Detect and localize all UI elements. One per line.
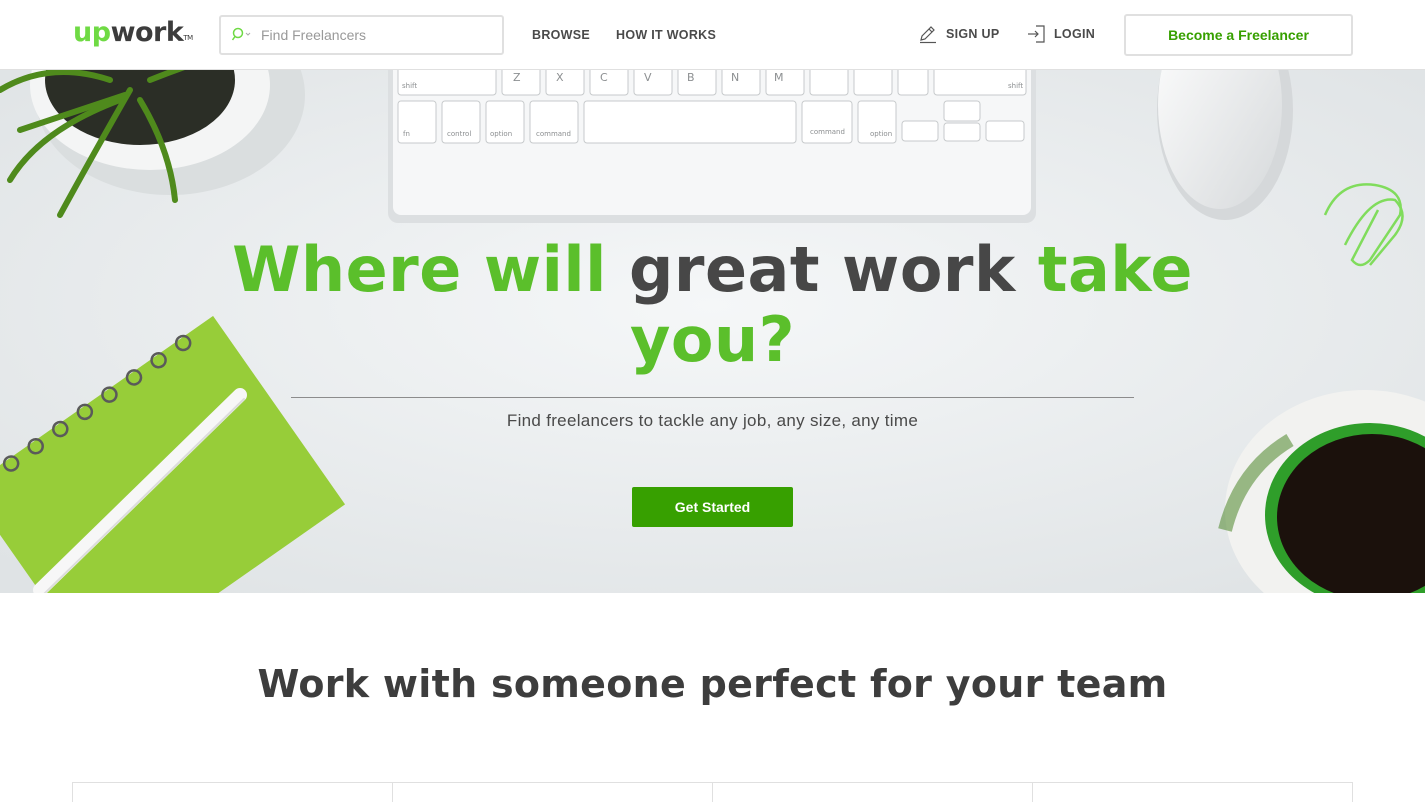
logo-work-text: work — [110, 17, 184, 48]
category-card[interactable] — [392, 782, 713, 802]
svg-text:fn: fn — [403, 130, 410, 138]
svg-text:B: B — [687, 71, 695, 84]
hero-headline: Where will great work take you? — [0, 235, 1425, 375]
svg-text:X: X — [556, 71, 564, 84]
upwork-logo[interactable]: upworkTM — [73, 18, 193, 48]
logo-up-text: up — [73, 17, 111, 48]
svg-text:control: control — [447, 130, 471, 138]
category-card[interactable] — [712, 782, 1033, 802]
login-icon — [1028, 25, 1045, 43]
top-navigation-bar: upworkTM BROWSE HOW IT WORKS SIGN UP LOG… — [0, 0, 1425, 70]
hero-divider — [291, 397, 1134, 398]
hero-banner: Z X C V B N M command command shift shift fn co… — [0, 70, 1425, 593]
section-heading: Work with someone perfect for your team — [257, 662, 1168, 706]
headline-part-3: take — [1037, 233, 1193, 306]
svg-text:Z: Z — [513, 71, 521, 84]
headline-part-2: great work — [628, 233, 1016, 306]
sign-up-label: SIGN UP — [946, 27, 1000, 41]
svg-text:V: V — [644, 71, 652, 84]
nav-how-it-works-link[interactable]: HOW IT WORKS — [616, 28, 716, 42]
svg-text:N: N — [731, 71, 739, 84]
nav-browse-link[interactable]: BROWSE — [532, 28, 590, 42]
svg-text:shift: shift — [402, 82, 417, 90]
search-box[interactable] — [219, 15, 504, 55]
svg-text:option: option — [870, 130, 892, 138]
become-freelancer-button[interactable]: Become a Freelancer — [1124, 14, 1353, 56]
logo-trademark: TM — [183, 34, 193, 42]
category-card[interactable] — [1032, 782, 1353, 802]
get-started-button[interactable]: Get Started — [632, 487, 793, 527]
headline-part-1: Where will — [232, 233, 607, 306]
category-card-row — [72, 782, 1353, 802]
login-link[interactable]: LOGIN — [1026, 24, 1095, 44]
svg-text:option: option — [490, 130, 512, 138]
search-input[interactable] — [261, 25, 496, 45]
svg-text:shift: shift — [1008, 82, 1023, 90]
sign-up-link[interactable]: SIGN UP — [918, 24, 1000, 44]
pencil-icon — [920, 26, 936, 44]
headline-part-4: you? — [629, 303, 796, 376]
hero-subtitle: Find freelancers to tackle any job, any … — [506, 411, 919, 430]
svg-text:command: command — [536, 130, 571, 138]
svg-text:command: command — [810, 128, 845, 136]
svg-text:C: C — [600, 71, 608, 84]
search-icon[interactable] — [232, 27, 252, 43]
login-label: LOGIN — [1054, 27, 1096, 41]
category-card[interactable] — [72, 782, 393, 802]
svg-text:M: M — [774, 71, 784, 84]
